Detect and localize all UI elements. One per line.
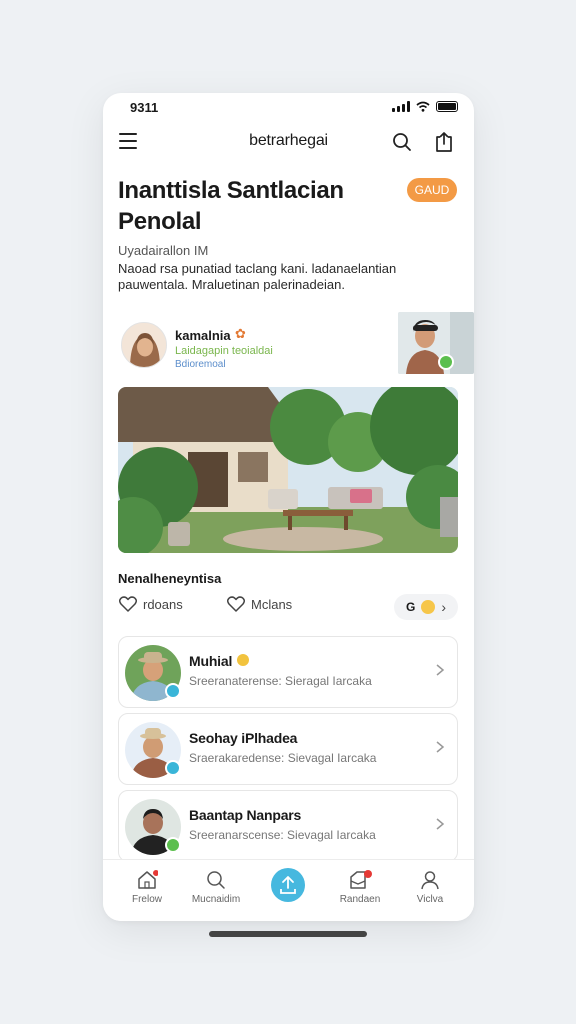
author-row[interactable]: kamalnia ✿ Laidagapin teoialdai Bdioremo… [121, 322, 381, 374]
section-title: Nenalheneyntisa [118, 571, 222, 586]
list-item[interactable]: Muhial Sreeranaterense: Sieragal Iarcaka [118, 636, 458, 708]
phone-screen: 9311 betrarhegai Inanttisla Santlacian P… [103, 93, 474, 921]
person-name: Muhial [189, 653, 233, 669]
like-label: rdoans [143, 596, 183, 612]
article-headline: Inanttisla Santlacian Penolal [118, 177, 344, 235]
verified-badge-icon [438, 354, 454, 370]
author-tagline: Laidagapin teoialdai [175, 345, 273, 357]
author-avatar[interactable] [121, 322, 167, 368]
save-label: Mclans [251, 596, 293, 612]
contributor-photo[interactable] [398, 312, 474, 374]
hero-garden-image[interactable] [118, 387, 458, 553]
search-icon[interactable] [392, 132, 412, 152]
verified-badge-icon [165, 683, 181, 699]
heart-icon [227, 596, 245, 612]
reaction-count: G [405, 600, 416, 614]
author-subtitle: Bdioremoal [175, 359, 226, 370]
battery-icon [436, 101, 458, 112]
nav-item-inbox[interactable]: Randaen [325, 870, 395, 905]
like-button[interactable]: rdoans [119, 596, 183, 612]
app-title: betrarhegai [249, 132, 328, 149]
verified-badge-icon [165, 760, 181, 776]
nav-item-home[interactable]: Frelow [112, 870, 182, 905]
search-icon [207, 871, 225, 889]
list-item[interactable]: Seohay iPlhadea Sraerakaredense: Sievaga… [118, 713, 458, 785]
share-icon[interactable] [434, 131, 454, 153]
status-badge[interactable]: GAUD [407, 178, 457, 202]
nav-label: Randaen [339, 894, 381, 905]
emoji-icon [421, 600, 436, 614]
article-subtitle: Uyadairallon IM [118, 243, 209, 258]
upload-icon [280, 876, 296, 894]
nav-label: Mucnaidim [191, 894, 241, 905]
list-item[interactable]: Baantap Nanpars Sreeranarscense: Sievaga… [118, 790, 458, 862]
nav-item-search[interactable]: Mucnaidim [181, 870, 251, 905]
chevron-right-icon [436, 818, 445, 830]
flower-emoji-icon: ✿ [235, 326, 246, 341]
bottom-navigation: Frelow Mucnaidim Randaen Viclva [103, 859, 474, 921]
verified-badge-icon [165, 837, 181, 853]
chevron-right-icon [436, 664, 445, 676]
home-icon [138, 870, 158, 889]
emoji-icon [237, 654, 249, 666]
person-name: Baantap Nanpars [189, 807, 302, 823]
wifi-icon [416, 101, 430, 112]
top-app-bar: betrarhegai [103, 123, 474, 163]
save-button[interactable]: Mclans [227, 596, 292, 612]
status-time: 9311 [130, 100, 159, 115]
heart-icon [119, 596, 137, 612]
home-indicator[interactable] [209, 931, 367, 937]
person-meta: Sreeranarscense: Sievagal Iarcaka [189, 828, 376, 842]
chevron-right-icon [436, 741, 445, 753]
article-description: Naoad rsa punatiad taclang kani. ladanae… [118, 261, 397, 292]
status-icons [392, 101, 458, 112]
profile-icon [421, 871, 439, 890]
person-meta: Sreeranaterense: Sieragal Iarcaka [189, 674, 372, 688]
chevron-right-icon: › [441, 599, 446, 615]
status-bar: 9311 [103, 93, 474, 123]
person-meta: Sraerakaredense: Sievagal Iarcaka [189, 751, 377, 765]
inbox-icon [350, 870, 372, 889]
nav-label: Viclva [416, 894, 444, 905]
signal-icon [392, 101, 410, 112]
reactions-pill[interactable]: G › [394, 594, 458, 620]
nav-center-button[interactable] [271, 868, 305, 902]
nav-label: Frelow [131, 894, 162, 905]
author-name[interactable]: kamalnia [175, 328, 231, 343]
person-name: Seohay iPlhadea [189, 730, 298, 746]
nav-item-profile[interactable]: Viclva [395, 870, 465, 905]
